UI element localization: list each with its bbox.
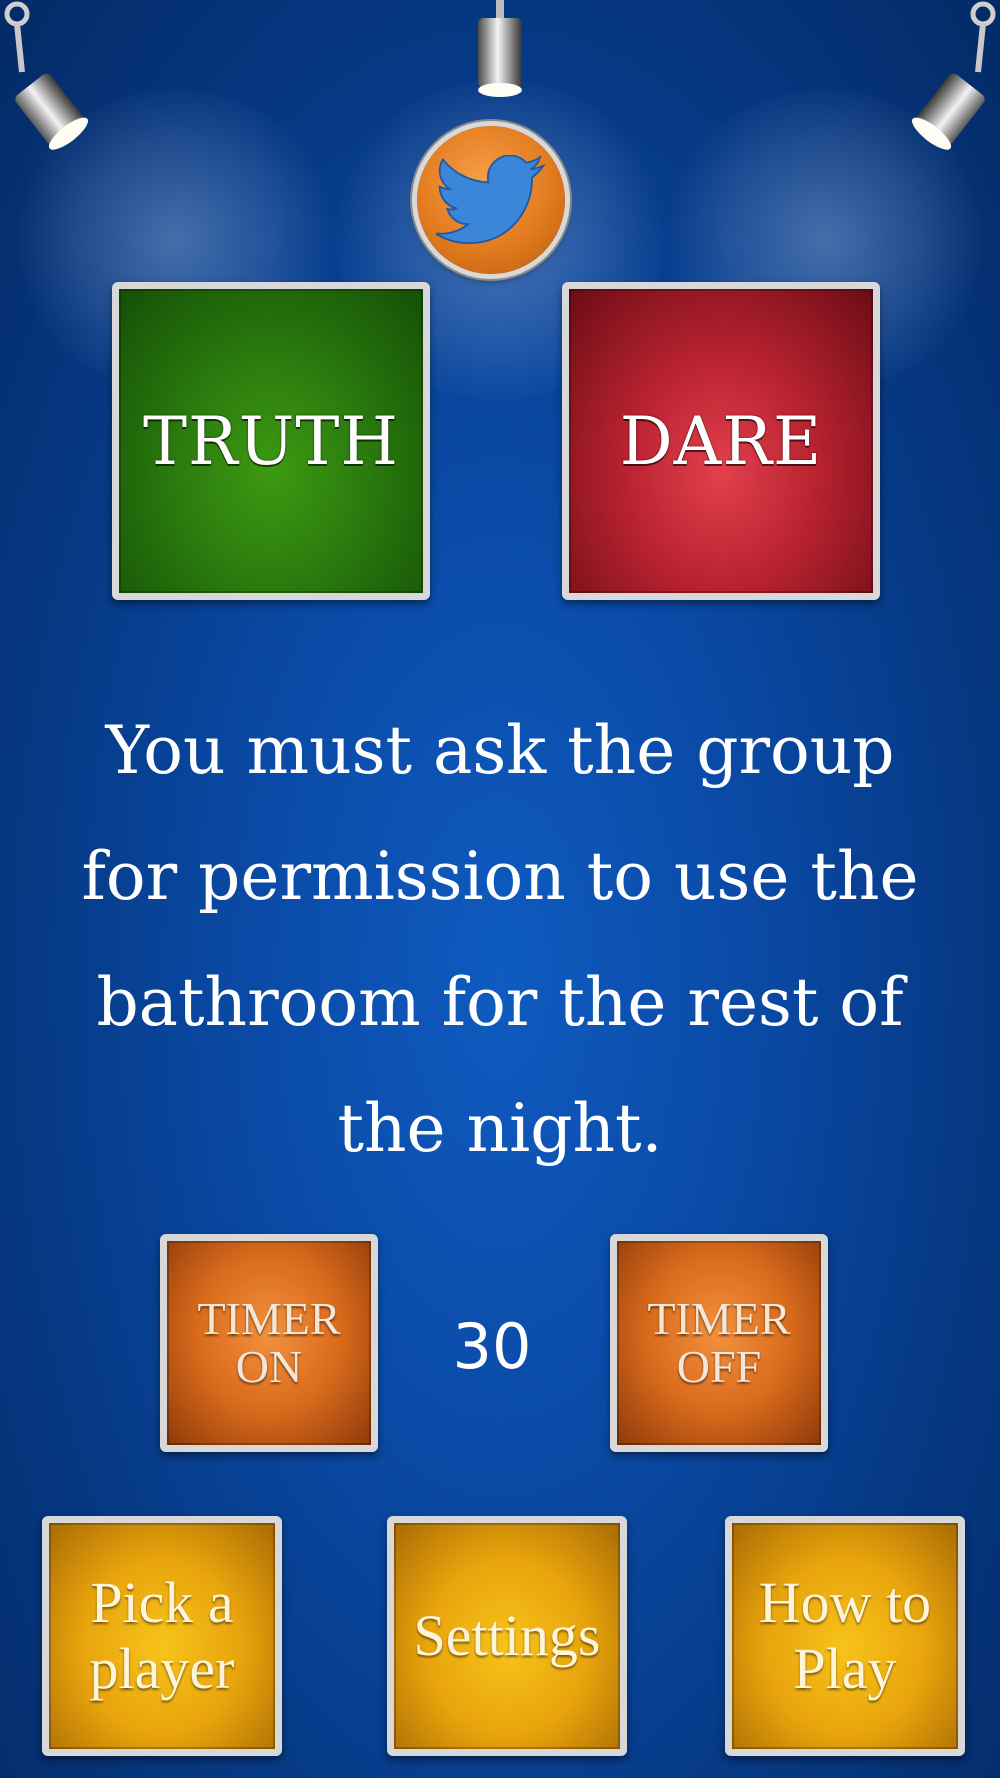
dare-prompt-text: You must ask the group for permission to… xyxy=(81,712,919,1167)
pick-player-label: Pick a player xyxy=(89,1570,235,1701)
how-to-play-button[interactable]: How to Play xyxy=(725,1516,965,1756)
dare-button[interactable]: DARE xyxy=(562,282,880,600)
settings-button[interactable]: Settings xyxy=(387,1516,627,1756)
timer-value: 30 xyxy=(452,1310,532,1383)
spotlight-left-icon xyxy=(4,1,89,150)
truth-label: TRUTH xyxy=(143,402,399,480)
pick-player-button[interactable]: Pick a player xyxy=(42,1516,282,1756)
settings-label: Settings xyxy=(413,1603,601,1668)
how-to-play-label: How to Play xyxy=(758,1570,932,1701)
timer-on-label: TIMER ON xyxy=(197,1293,341,1392)
twitter-bird-icon xyxy=(436,155,546,245)
timer-on-button[interactable]: TIMER ON xyxy=(160,1234,378,1452)
twitter-share-button[interactable] xyxy=(417,126,565,274)
timer-off-label: TIMER OFF xyxy=(647,1293,791,1392)
truth-button[interactable]: TRUTH xyxy=(112,282,430,600)
spotlight-right-icon xyxy=(911,1,996,150)
spotlight-center-icon xyxy=(478,0,522,97)
timer-off-button[interactable]: TIMER OFF xyxy=(610,1234,828,1452)
dare-label: DARE xyxy=(619,402,823,480)
